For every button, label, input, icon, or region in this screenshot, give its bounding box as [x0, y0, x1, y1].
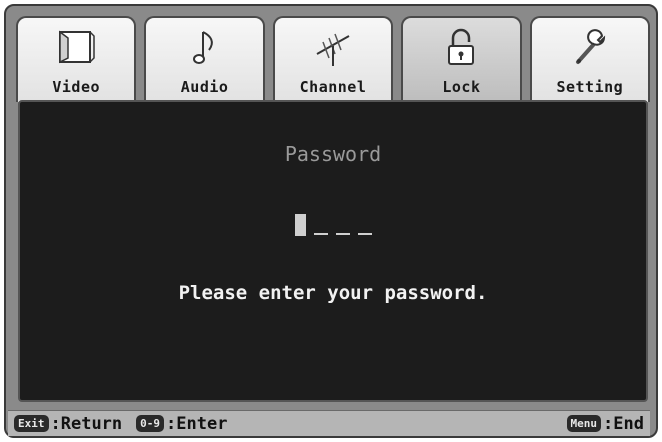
menu-tab-bar: Video Audio Channel Lock Setting — [16, 16, 651, 102]
tab-setting[interactable]: Setting — [529, 16, 651, 102]
digits-key-badge: 0-9 — [136, 415, 165, 432]
password-digit-slot — [335, 233, 350, 235]
tab-label: Channel — [299, 78, 367, 96]
password-panel: Password Please enter your password. — [18, 100, 648, 402]
tab-video[interactable]: Video — [16, 16, 137, 102]
hint-enter: 0-9 :Enter — [136, 414, 227, 434]
password-title: Password — [284, 142, 382, 166]
menu-key-badge: Menu — [566, 415, 602, 432]
hint-return: Exit :Return — [14, 414, 122, 434]
password-input[interactable] — [20, 214, 646, 236]
tab-label: Video — [52, 78, 101, 96]
hint-label: :Enter — [166, 413, 228, 434]
password-prompt-message: Please enter your password. — [178, 282, 488, 304]
antenna-icon — [309, 26, 357, 70]
tab-lock[interactable]: Lock — [401, 16, 522, 102]
tab-label: Setting — [556, 78, 624, 96]
music-note-icon — [181, 26, 229, 70]
exit-key-badge: Exit — [14, 415, 49, 432]
wrench-icon — [566, 26, 614, 70]
tv-screen-icon — [52, 26, 100, 70]
tab-label: Audio — [180, 78, 229, 96]
hint-label: :Return — [50, 413, 123, 434]
osd-menu-frame: Video Audio Channel Lock Setting Passwor… — [4, 4, 658, 438]
padlock-icon — [437, 26, 485, 70]
hint-label: :End — [603, 413, 644, 434]
hint-end: Menu :End — [566, 413, 644, 434]
password-digit-slot — [313, 233, 328, 235]
tab-label: Lock — [442, 78, 481, 96]
tab-audio[interactable]: Audio — [144, 16, 265, 102]
password-cursor — [294, 214, 306, 236]
key-hint-bar: Exit :Return 0-9 :Enter Menu :End — [8, 410, 650, 436]
password-digit-slot — [357, 233, 372, 235]
tab-channel[interactable]: Channel — [272, 16, 394, 102]
